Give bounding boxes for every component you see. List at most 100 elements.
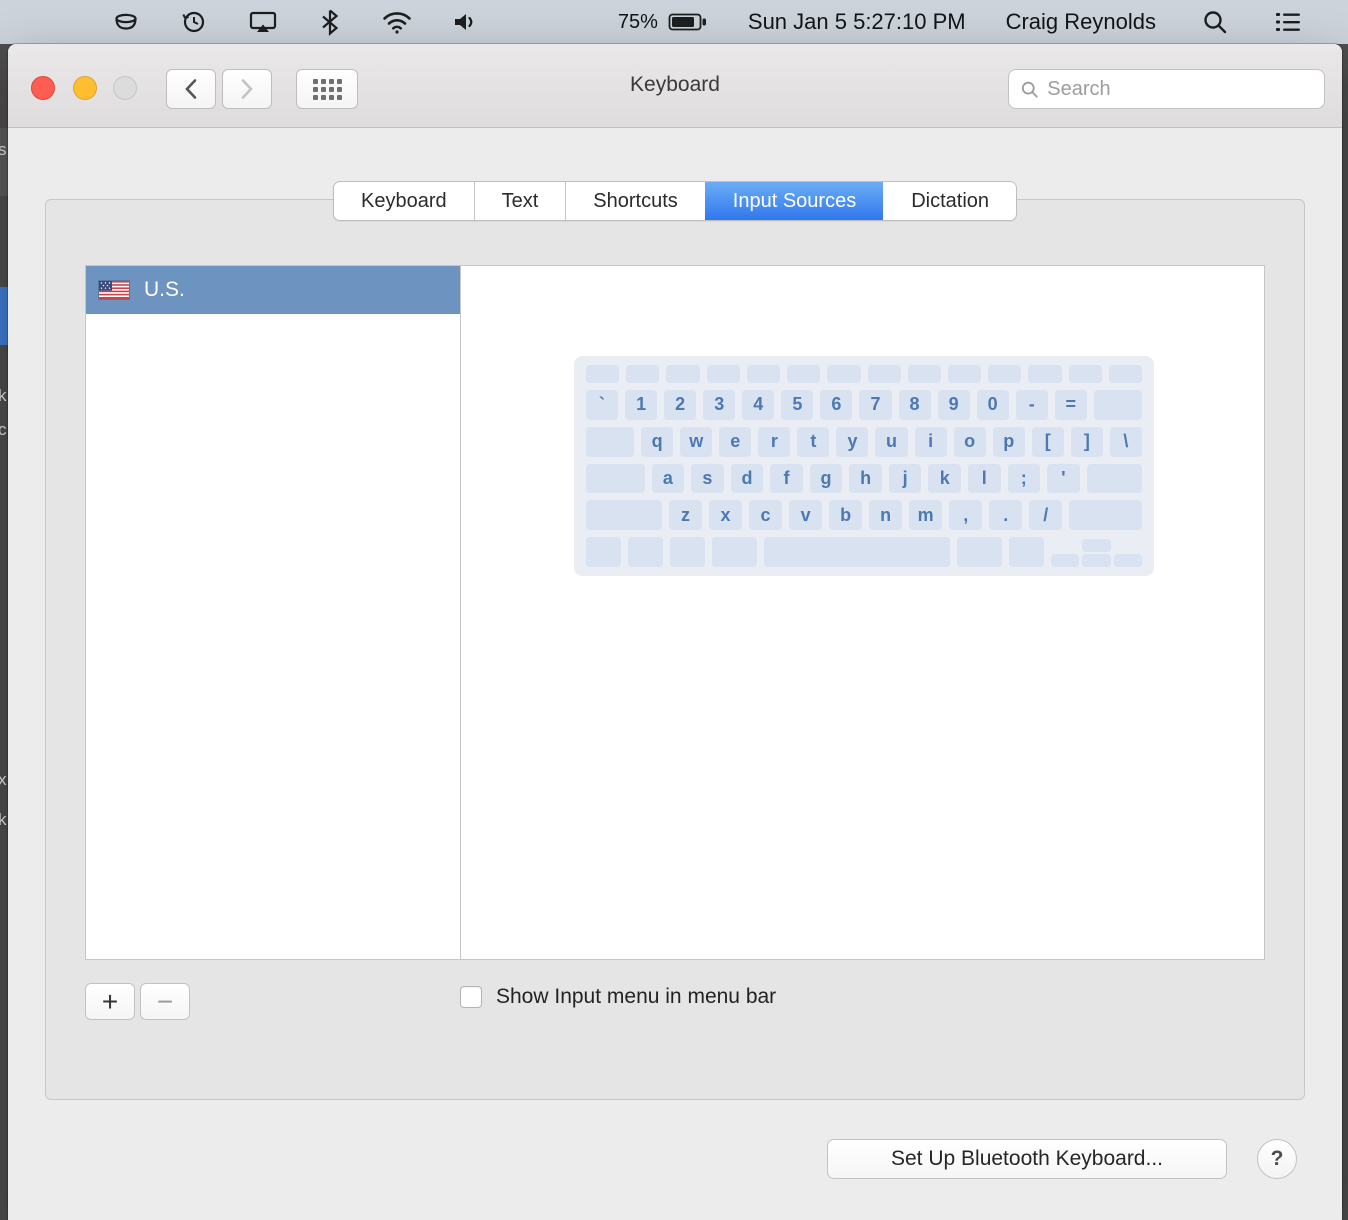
input-source-list[interactable]: U.S. (86, 266, 461, 959)
keyboard-row (586, 537, 1142, 568)
key--: - (1015, 389, 1048, 420)
tab-dictation[interactable]: Dictation (883, 182, 1016, 220)
spotlight-icon[interactable] (1202, 9, 1228, 35)
show-input-menu-label: Show Input menu in menu bar (496, 985, 777, 1008)
key-blank (706, 365, 740, 383)
key-c: c (749, 500, 783, 531)
key-x: x (709, 500, 743, 531)
key-/: / (1029, 500, 1063, 531)
key-blank (626, 365, 660, 383)
key-blank (1108, 365, 1143, 383)
key-blank (956, 537, 1003, 568)
key-blank (787, 365, 821, 383)
menu-bar-right: 75% Sun Jan 5 5:27:10 PM Craig Reynolds (618, 9, 1348, 35)
bluetooth-icon[interactable] (318, 8, 342, 36)
key-u: u (875, 426, 908, 457)
key-y: y (836, 426, 869, 457)
key-e: e (719, 426, 752, 457)
key-q: q (641, 426, 674, 457)
app-cup-icon[interactable] (112, 8, 140, 36)
setup-bluetooth-keyboard-button[interactable]: Set Up Bluetooth Keyboard... (827, 1139, 1227, 1179)
menu-bar-status-icons (112, 8, 478, 36)
key-9: 9 (937, 389, 970, 420)
tab-shortcuts[interactable]: Shortcuts (565, 182, 704, 220)
tab-input-sources[interactable]: Input Sources (704, 182, 884, 220)
key-2: 2 (664, 389, 697, 420)
background-text-fragment: c (0, 420, 7, 439)
wifi-icon[interactable] (382, 9, 412, 35)
us-flag-icon (99, 281, 129, 299)
key-`: ` (586, 389, 619, 420)
key-h: h (849, 463, 882, 494)
notification-center-icon[interactable] (1274, 10, 1302, 34)
keyboard-row: z x c v b n m,. / (586, 500, 1142, 531)
key-blank (586, 426, 635, 457)
search-input[interactable] (1047, 77, 1312, 101)
show-input-menu-row: Show Input menu in menu bar (460, 985, 776, 1009)
search-field[interactable] (1008, 69, 1325, 109)
key-blank (867, 365, 901, 383)
key-blank (1069, 500, 1142, 531)
arrow-keys-cluster (1051, 537, 1142, 568)
key-4: 4 (742, 389, 775, 420)
key-blank (711, 537, 758, 568)
airplay-display-icon[interactable] (248, 8, 278, 36)
key-a: a (651, 463, 685, 494)
key-g: g (809, 463, 843, 494)
key-blank (1068, 365, 1102, 383)
key-j: j (888, 463, 922, 494)
remove-input-source-button[interactable]: − (140, 983, 190, 1020)
key-,: , (949, 500, 983, 531)
background-window-edge: s k c x k (0, 44, 8, 1220)
key-blank (1009, 537, 1045, 568)
key-l: l (967, 463, 1001, 494)
battery-icon[interactable] (668, 9, 708, 35)
input-source-row-us[interactable]: U.S. (86, 266, 460, 314)
key-blank (746, 365, 781, 383)
key-=: = (1054, 389, 1087, 420)
key-blank (1086, 463, 1142, 494)
keyboard-row: q w e r t y u i o p[] \ (586, 426, 1142, 457)
key-s: s (691, 463, 724, 494)
key-blank (669, 537, 705, 568)
time-machine-icon[interactable] (180, 8, 208, 36)
menu-bar-clock[interactable]: Sun Jan 5 5:27:10 PM (748, 9, 966, 35)
key-arrow (1051, 554, 1080, 568)
show-input-menu-checkbox[interactable] (460, 986, 482, 1008)
add-input-source-button[interactable]: + (85, 983, 135, 1020)
tab-keyboard[interactable]: Keyboard (334, 182, 474, 220)
tab-bar: Keyboard Text Shortcuts Input Sources Di… (332, 181, 1018, 221)
background-text-fragment: x (0, 770, 7, 789)
volume-icon[interactable] (452, 9, 478, 35)
key-arrow (1082, 554, 1111, 568)
background-text-fragment: s (0, 140, 7, 159)
key-z: z (668, 500, 703, 531)
key-blank (764, 537, 950, 568)
background-text-fragment: k (0, 386, 7, 405)
key-b: b (829, 500, 863, 531)
key-6: 6 (820, 389, 853, 420)
key-blank (827, 365, 861, 383)
key-[: [ (1031, 426, 1064, 457)
keyboard-row: a s d f g h j k l; ' (586, 463, 1142, 494)
tab-text[interactable]: Text (473, 182, 566, 220)
menu-bar: 75% Sun Jan 5 5:27:10 PM Craig Reynolds (0, 0, 1348, 44)
menu-bar-user[interactable]: Craig Reynolds (1006, 9, 1156, 35)
key-v: v (789, 500, 823, 531)
battery-percent: 75% (617, 10, 658, 33)
help-button[interactable]: ? (1257, 1139, 1297, 1179)
key-r: r (758, 426, 791, 457)
key-7: 7 (859, 389, 892, 420)
key-blank (586, 463, 645, 494)
layout-preview-pane: ` 1 2 3 4 5 6 7 8 9 0- = q w e r t y u i o p[] \ a s d f g h j k l; ' z x c… (461, 266, 1264, 959)
key-;: ; (1007, 463, 1041, 494)
keyboard-row: ` 1 2 3 4 5 6 7 8 9 0- = (586, 389, 1142, 420)
key-k: k (928, 463, 961, 494)
key-i: i (914, 426, 947, 457)
keyboard-preview: ` 1 2 3 4 5 6 7 8 9 0- = q w e r t y u i o p[] \ a s d f g h j k l; ' z x c… (574, 356, 1154, 576)
key-blank (1093, 389, 1142, 420)
key-': ' (1047, 463, 1080, 494)
key-5: 5 (781, 389, 814, 420)
key-.: . (989, 500, 1023, 531)
key-3: 3 (703, 389, 736, 420)
